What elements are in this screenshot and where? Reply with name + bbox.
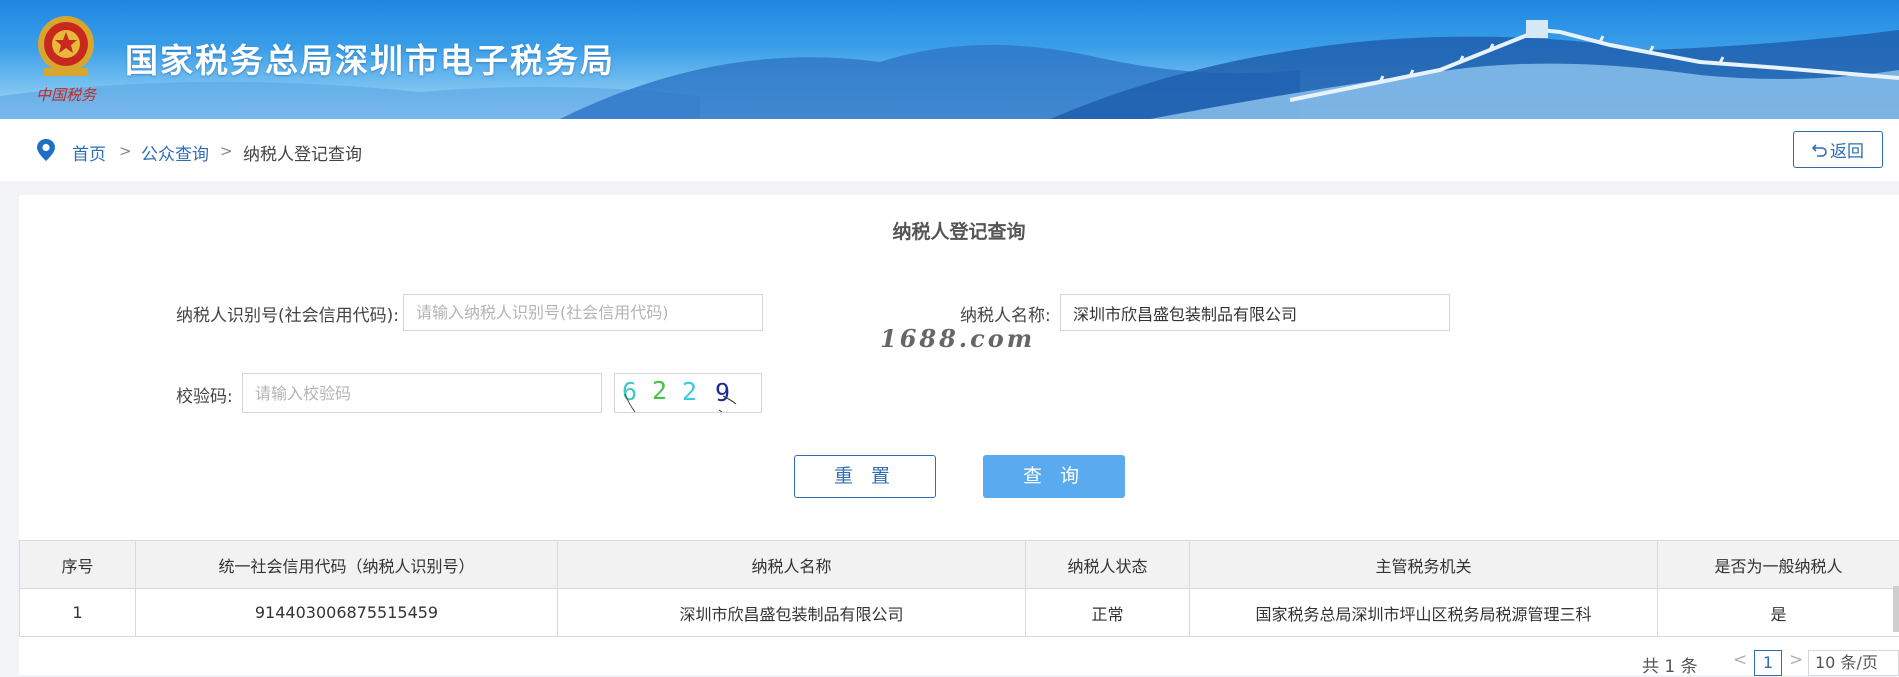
site-header: 中国税务 国家税务总局深圳市电子税务局: [0, 0, 1899, 119]
table-scrollbar[interactable]: [1893, 586, 1899, 632]
cell-index: 1: [20, 589, 136, 637]
taxpayer-id-input[interactable]: [403, 294, 763, 331]
breadcrumb-public-query[interactable]: 公众查询: [141, 140, 209, 165]
captcha-image[interactable]: 6 2 2 9: [614, 373, 762, 413]
watermark: 1688.com: [880, 324, 1035, 353]
col-header-general-taxpayer: 是否为一般纳税人: [1658, 541, 1899, 589]
page-size-select[interactable]: 10 条/页: [1808, 650, 1899, 676]
breadcrumb-bar: 首页 > 公众查询 > 纳税人登记查询 返回: [0, 119, 1899, 181]
col-header-index: 序号: [20, 541, 136, 589]
next-page-button[interactable]: >: [1789, 650, 1803, 670]
captcha-digit: 6: [622, 377, 637, 406]
tax-emblem-logo[interactable]: 中国税务: [26, 8, 106, 108]
reset-button[interactable]: 重 置: [794, 455, 936, 498]
svg-text:中国税务: 中国税务: [36, 86, 98, 104]
table-row[interactable]: 1 914403006875515459 深圳市欣昌盛包装制品有限公司 正常 国…: [20, 589, 1899, 637]
col-header-credit-code: 统一社会信用代码（纳税人识别号）: [136, 541, 558, 589]
breadcrumb-home[interactable]: 首页: [72, 140, 106, 165]
captcha-label: 校验码:: [176, 382, 233, 407]
captcha-digit: 2: [682, 377, 697, 406]
captcha-digit: 2: [652, 376, 667, 405]
pagination-total: 共 1 条: [1642, 652, 1698, 677]
prev-page-button[interactable]: <: [1733, 650, 1747, 670]
taxpayer-name-input[interactable]: [1060, 294, 1450, 331]
page-number-button[interactable]: 1: [1754, 650, 1782, 676]
query-button[interactable]: 查 询: [983, 455, 1125, 498]
location-pin-icon: [36, 138, 56, 162]
form-title: 纳税人登记查询: [19, 217, 1899, 244]
taxpayer-id-label: 纳税人识别号(社会信用代码):: [176, 301, 399, 326]
cell-general-taxpayer: 是: [1658, 589, 1899, 637]
query-panel: 纳税人登记查询 纳税人识别号(社会信用代码): 纳税人名称: 1688.com …: [19, 195, 1899, 675]
cell-credit-code: 914403006875515459: [136, 589, 558, 637]
back-button-label: 返回: [1830, 137, 1864, 162]
cell-status: 正常: [1026, 589, 1190, 637]
breadcrumb-current: 纳税人登记查询: [243, 140, 362, 165]
breadcrumb-separator: >: [220, 142, 233, 160]
col-header-taxpayer-name: 纳税人名称: [558, 541, 1026, 589]
cell-taxpayer-name: 深圳市欣昌盛包装制品有限公司: [558, 589, 1026, 637]
cell-tax-authority: 国家税务总局深圳市坪山区税务局税源管理三科: [1190, 589, 1658, 637]
results-table: 序号 统一社会信用代码（纳税人识别号） 纳税人名称 纳税人状态 主管税务机关 是…: [19, 540, 1899, 637]
taxpayer-name-label: 纳税人名称:: [960, 301, 1051, 326]
col-header-tax-authority: 主管税务机关: [1190, 541, 1658, 589]
return-arrow-icon: [1812, 142, 1828, 158]
back-button[interactable]: 返回: [1793, 131, 1883, 168]
table-header-row: 序号 统一社会信用代码（纳税人识别号） 纳税人名称 纳税人状态 主管税务机关 是…: [20, 541, 1899, 589]
captcha-input[interactable]: [242, 373, 602, 413]
breadcrumb-separator: >: [119, 142, 132, 160]
site-title: 国家税务总局深圳市电子税务局: [125, 34, 615, 82]
col-header-status: 纳税人状态: [1026, 541, 1190, 589]
captcha-digit: 9: [715, 378, 730, 407]
